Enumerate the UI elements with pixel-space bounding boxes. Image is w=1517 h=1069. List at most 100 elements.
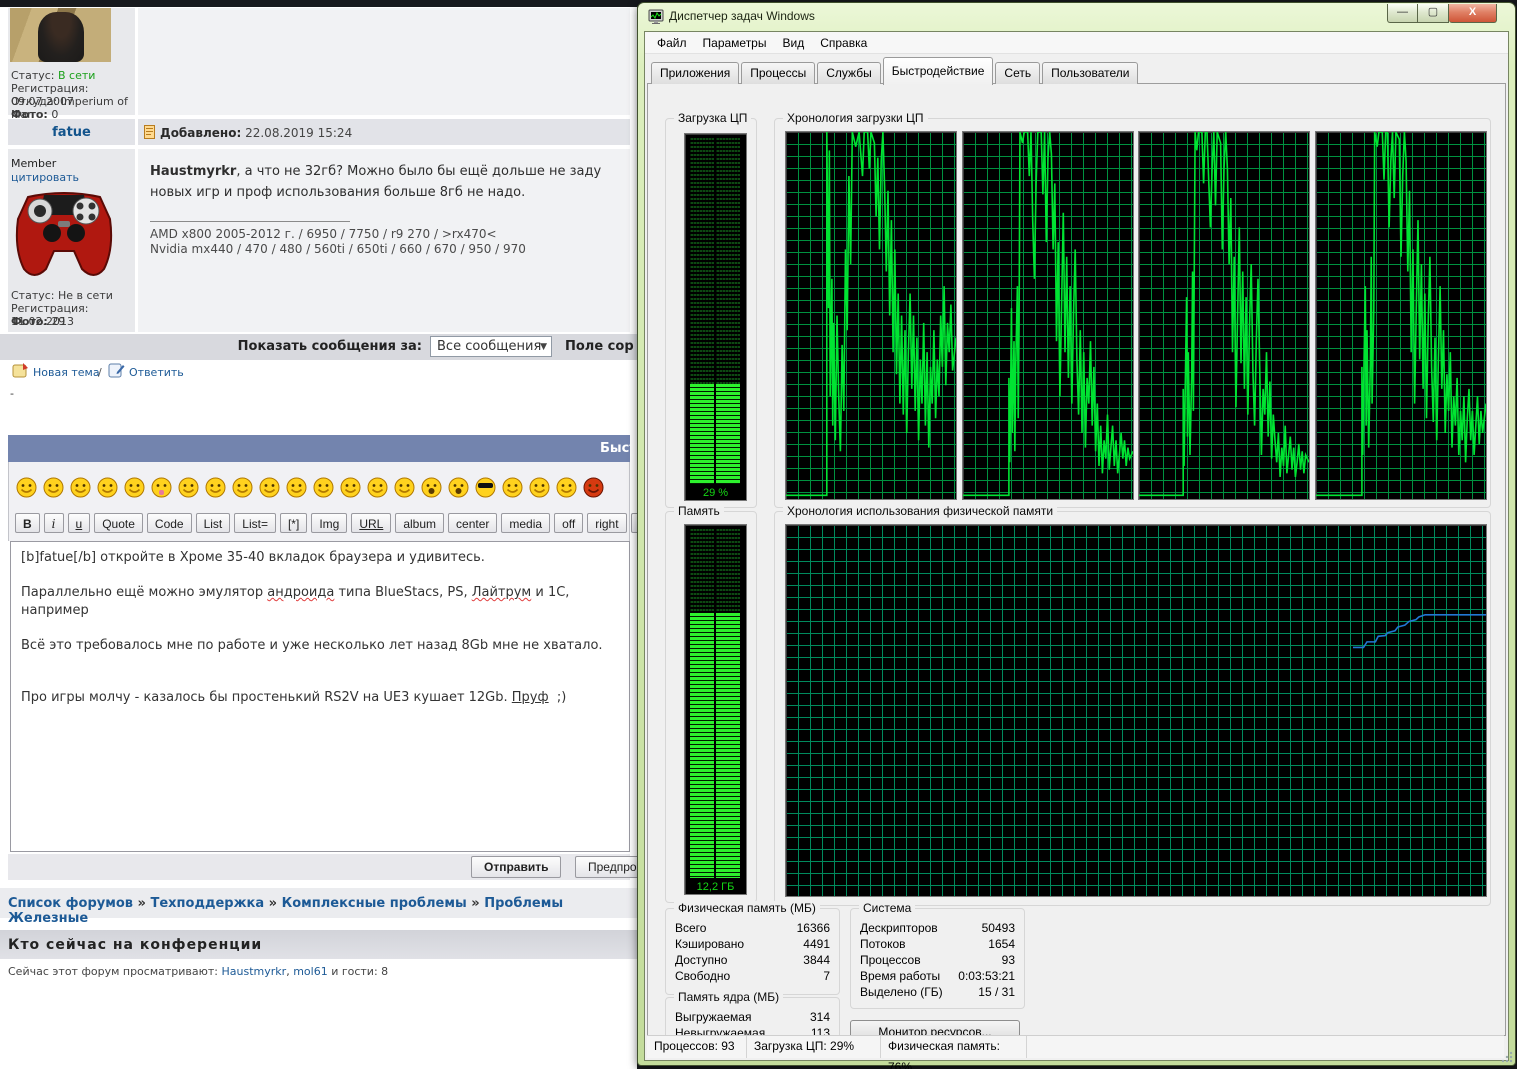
smiley-lol-icon[interactable]	[42, 476, 65, 499]
smiley-haha-icon[interactable]	[177, 476, 200, 499]
signature: AMD x800 2005-2012 г. / 6950 / 7750 / r9…	[150, 227, 526, 257]
smiley-roll-icon[interactable]	[312, 476, 335, 499]
bbcode-media-button[interactable]: media	[501, 513, 551, 533]
bbcode-[*]-button[interactable]: [*]	[279, 513, 308, 533]
post-line2: новых игр и проф использования больше 8г…	[150, 185, 526, 200]
bbcode-url-button[interactable]: URL	[351, 513, 392, 533]
post-header-info-cell: Добавлено: 22.08.2019 15:24	[138, 119, 630, 145]
smiley-smirk-icon[interactable]	[258, 476, 281, 499]
new-topic-link[interactable]: Новая тема	[33, 366, 100, 379]
smiley-point-icon[interactable]	[231, 476, 254, 499]
smiley-blow-icon[interactable]	[528, 476, 551, 499]
smiley-blush-icon[interactable]	[204, 476, 227, 499]
smiley-angry-icon[interactable]	[123, 476, 146, 499]
smiley-meter-icon[interactable]	[501, 476, 524, 499]
bbcode-u-button[interactable]: u	[67, 513, 91, 533]
menu-bar: Файл Параметры Вид Справка	[645, 32, 1508, 54]
status-cell-empty	[1027, 1036, 1504, 1058]
bbcode-off-button[interactable]: off	[554, 513, 584, 533]
stat-row: Время работы 0:03:53:21	[851, 968, 1024, 984]
bbcode-right-button[interactable]: right	[587, 513, 627, 533]
avatar-figure	[38, 12, 84, 62]
memory-history-group-title: Хронология использования физической памя…	[783, 504, 1058, 518]
kernel-memory-group-title: Память ядра (МБ)	[674, 990, 784, 1004]
tab-6[interactable]: Пользователи	[1042, 62, 1139, 84]
msg-misspelled-2: Лайтрум	[471, 585, 532, 600]
smiley-eek-icon[interactable]	[447, 476, 470, 499]
smiley-redlol-icon[interactable]	[582, 476, 605, 499]
added-line: Добавлено: 22.08.2019 15:24	[160, 126, 352, 140]
breadcrumb-complex-problems[interactable]: Комплексные проблемы	[282, 896, 467, 911]
stat-value: 0:03:53:21	[958, 969, 1015, 983]
cpu3-history-graph	[1138, 131, 1310, 500]
close-button[interactable]: X	[1449, 4, 1497, 23]
post-header-author-cell: fatue	[8, 119, 135, 145]
physical-memory-group: Физическая память (МБ) Всего 16366 Кэширов…	[665, 901, 840, 995]
reply-link[interactable]: Ответить	[129, 366, 184, 379]
stat-row: Выделено (ГБ) 15 / 31	[851, 984, 1024, 1000]
smiley-tongue-icon[interactable]	[150, 476, 173, 499]
reply-textarea[interactable]: [b]fatue[/b] откройте в Хроме 35-40 вкла…	[10, 541, 630, 852]
title-bar[interactable]: Диспетчер задач Windows — ▢ X	[638, 3, 1515, 30]
smiley-cheers2-icon[interactable]	[393, 476, 416, 499]
quick-reply-header: Быстрый ответ	[8, 435, 630, 462]
smiley-grin-icon[interactable]	[15, 476, 38, 499]
client-area: Файл Параметры Вид Справка Приложения Процес…	[644, 31, 1509, 1069]
tab-5[interactable]: Сеть	[995, 62, 1041, 84]
smiley-dart-icon[interactable]	[339, 476, 362, 499]
menu-item-параметры[interactable]: Параметры	[695, 34, 775, 52]
breadcrumb-techsupport[interactable]: Техподдержка	[150, 896, 264, 911]
bbcode-quote-button[interactable]: Quote	[94, 513, 143, 533]
stat-label: Всего	[675, 921, 707, 935]
smiley-shock-icon[interactable]	[420, 476, 443, 499]
bbcode-b-button[interactable]: B	[15, 513, 40, 533]
tab-3[interactable]: Службы	[817, 62, 881, 84]
menu-item-вид[interactable]: Вид	[774, 34, 812, 52]
smiley-wink-icon[interactable]	[285, 476, 308, 499]
breadcrumb-band: Список форумов » Техподдержка » Комплекс…	[0, 888, 637, 926]
quick-reply-title: Быстрый ответ	[600, 441, 630, 456]
sig-line2: Nvidia mx440 / 470 / 480 / 560ti / 650ti…	[150, 242, 526, 256]
smiley-cheers-icon[interactable]	[366, 476, 389, 499]
viewer-link-2[interactable]: mol61	[293, 965, 328, 978]
show-posts-select[interactable]: Все сообщения ▼	[430, 336, 552, 357]
quote-link[interactable]: цитировать	[11, 171, 79, 184]
breadcrumb-sep: »	[471, 896, 480, 911]
post1-profile-cell: Статус: В сети Регистрация: 09.07.2007 О…	[8, 8, 135, 121]
menu-item-справка[interactable]: Справка	[812, 34, 875, 52]
viewer-link-1[interactable]: Haustmyrkr	[222, 965, 287, 978]
smiley-rofl-icon[interactable]	[555, 476, 578, 499]
stat-label: Потоков	[860, 937, 906, 951]
bbcode-center-button[interactable]: center	[448, 513, 498, 533]
bbcode-i-button[interactable]: i	[43, 513, 64, 533]
guests-suffix: и гости: 8	[331, 965, 389, 978]
author-link[interactable]: fatue	[52, 125, 91, 140]
tab-4[interactable]: Быстродействие	[882, 57, 994, 85]
smiley-cool-icon[interactable]	[474, 476, 497, 499]
tab-2[interactable]: Процессы	[741, 62, 816, 84]
minimize-button[interactable]: —	[1387, 4, 1418, 23]
status-cell-2: Загрузка ЦП: 29%	[747, 1036, 881, 1058]
menu-item-файл[interactable]: Файл	[649, 34, 695, 52]
post1-body-cell	[138, 8, 630, 115]
preview-button[interactable]: Предпросмотр	[575, 856, 637, 878]
resize-grip[interactable]	[1501, 1051, 1513, 1063]
bbcode-code-button[interactable]: Code	[146, 513, 192, 533]
bbcode-list-button[interactable]: List	[195, 513, 231, 533]
smiley-lol2-icon[interactable]	[69, 476, 92, 499]
stat-label: Кэшировано	[675, 937, 745, 951]
tab-1[interactable]: Приложения	[651, 62, 740, 84]
smiley-ball-icon[interactable]	[96, 476, 119, 499]
bbcode-album-button[interactable]: album	[395, 513, 445, 533]
breadcrumb-sep: »	[268, 896, 278, 911]
stat-row: Потоков 1654	[851, 936, 1024, 952]
bbcode-img-button[interactable]: Img	[311, 513, 348, 533]
bbcode-list=-button[interactable]: List=	[234, 513, 276, 533]
avatar	[10, 8, 111, 62]
viewing-prefix: Сейчас этот форум просматривают:	[8, 965, 219, 978]
maximize-button[interactable]: ▢	[1418, 4, 1449, 23]
breadcrumb-forums-list[interactable]: Список форумов	[8, 896, 133, 911]
sig-line1: AMD x800 2005-2012 г. / 6950 / 7750 / r9…	[150, 227, 497, 241]
who-online-band: Кто сейчас на конференции	[0, 930, 637, 959]
send-button[interactable]: Отправить	[471, 856, 562, 878]
